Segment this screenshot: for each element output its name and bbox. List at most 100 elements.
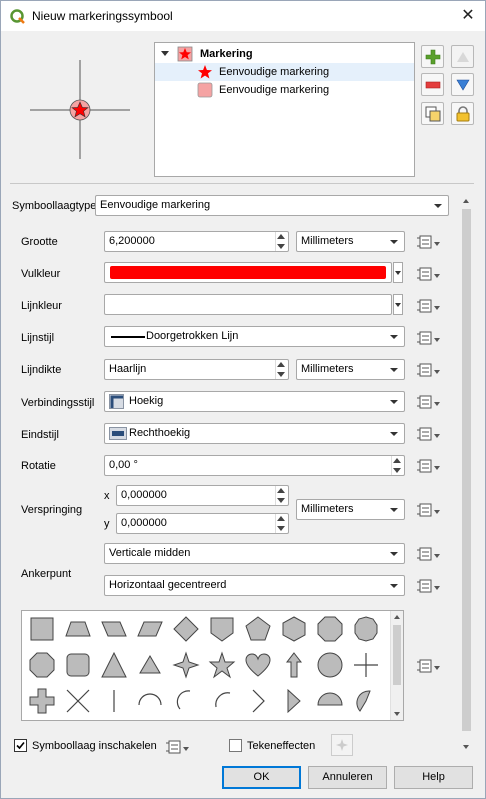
data-defined-override-button[interactable] bbox=[416, 392, 442, 412]
shape-arrow-icon[interactable] bbox=[276, 647, 312, 683]
data-defined-override-button[interactable] bbox=[416, 360, 442, 380]
shape-third-circle-icon[interactable] bbox=[168, 683, 204, 719]
square-marker-icon bbox=[197, 82, 213, 98]
effects-settings-button[interactable] bbox=[331, 734, 353, 756]
stroke-color-button[interactable] bbox=[104, 294, 392, 315]
add-layer-button[interactable] bbox=[421, 45, 444, 68]
scroll-up-icon[interactable] bbox=[394, 615, 400, 619]
lock-layer-button[interactable] bbox=[451, 102, 474, 125]
draw-effects-checkbox[interactable] bbox=[229, 739, 242, 752]
shape-filled-arrowhead-icon[interactable] bbox=[276, 683, 312, 719]
anchor-horizontal-select[interactable]: Horizontaal gecentreerd bbox=[104, 575, 405, 596]
offset-x-spinbox[interactable]: 0,000000 bbox=[116, 485, 289, 506]
shape-equilateral-triangle-icon[interactable] bbox=[132, 647, 168, 683]
spin-up-icon[interactable] bbox=[277, 516, 285, 521]
move-up-button[interactable] bbox=[451, 45, 474, 68]
shape-cross-icon[interactable] bbox=[348, 647, 384, 683]
shape-parallelogram-right-icon[interactable] bbox=[96, 611, 132, 647]
spin-down-icon[interactable] bbox=[277, 498, 285, 503]
stroke-style-select[interactable]: Doorgetrokken Lijn bbox=[104, 326, 405, 347]
data-defined-override-button[interactable] bbox=[416, 264, 442, 284]
stroke-color-menu-button[interactable] bbox=[393, 294, 403, 315]
size-unit-select[interactable]: Millimeters bbox=[296, 231, 405, 252]
shape-x-cross-icon[interactable] bbox=[60, 683, 96, 719]
scroll-down-icon[interactable] bbox=[394, 712, 400, 716]
cancel-button[interactable]: Annuleren bbox=[308, 766, 387, 789]
offset-unit-select[interactable]: Millimeters bbox=[296, 499, 405, 520]
data-defined-override-button[interactable] bbox=[165, 737, 191, 757]
shape-diamond-icon[interactable] bbox=[168, 611, 204, 647]
data-defined-override-button[interactable] bbox=[416, 328, 442, 348]
shape-arrowhead-icon[interactable] bbox=[240, 683, 276, 719]
shape-square-icon[interactable] bbox=[24, 611, 60, 647]
data-defined-override-button[interactable] bbox=[416, 500, 442, 520]
scroll-thumb[interactable] bbox=[393, 625, 401, 685]
remove-layer-button[interactable] bbox=[421, 73, 444, 96]
stroke-width-spinbox[interactable]: Haarlijn bbox=[104, 359, 289, 380]
cap-style-select[interactable]: Rechthoekig bbox=[104, 423, 405, 444]
data-defined-override-button[interactable] bbox=[416, 232, 442, 252]
shape-cross-fill-icon[interactable] bbox=[24, 683, 60, 719]
shape-grid-scrollbar[interactable] bbox=[390, 611, 403, 720]
enable-layer-checkbox[interactable] bbox=[14, 739, 27, 752]
shape-circle-icon[interactable] bbox=[312, 647, 348, 683]
shape-parallelogram-left-icon[interactable] bbox=[132, 611, 168, 647]
shape-hexagon-icon[interactable] bbox=[276, 611, 312, 647]
data-defined-override-button[interactable] bbox=[416, 456, 442, 476]
tree-root-row[interactable]: Markering bbox=[155, 45, 414, 63]
shape-heart-icon[interactable] bbox=[240, 647, 276, 683]
shape-triangle-icon[interactable] bbox=[96, 647, 132, 683]
shape-octagon-icon[interactable] bbox=[312, 611, 348, 647]
data-defined-override-button[interactable] bbox=[416, 656, 442, 676]
size-spinbox[interactable]: 6,200000 bbox=[104, 231, 289, 252]
shape-line-icon[interactable] bbox=[96, 683, 132, 719]
symbol-layer-tree[interactable]: Markering Eenvoudige markering Eenvoudig… bbox=[154, 42, 415, 177]
scroll-up-icon[interactable] bbox=[463, 199, 469, 203]
fill-color-button[interactable] bbox=[104, 262, 392, 283]
shape-rounded-octagon-icon[interactable] bbox=[24, 647, 60, 683]
spin-down-icon[interactable] bbox=[277, 372, 285, 377]
rotation-spinbox[interactable]: 0,00 ° bbox=[104, 455, 405, 476]
scroll-down-icon[interactable] bbox=[463, 745, 469, 749]
spin-up-icon[interactable] bbox=[277, 362, 285, 367]
data-defined-override-button[interactable] bbox=[416, 296, 442, 316]
properties-scrollbar[interactable] bbox=[459, 195, 474, 753]
close-button[interactable]: ✕ bbox=[457, 6, 479, 26]
ok-button[interactable]: OK bbox=[222, 766, 301, 789]
data-defined-override-button[interactable] bbox=[416, 576, 442, 596]
scroll-thumb[interactable] bbox=[462, 209, 471, 731]
offset-y-spinbox[interactable]: 0,000000 bbox=[116, 513, 289, 534]
collapse-arrow-icon[interactable] bbox=[161, 51, 169, 56]
layer-type-select[interactable]: Eenvoudige markering bbox=[95, 195, 449, 216]
shape-four-point-star-icon[interactable] bbox=[168, 647, 204, 683]
shape-star-icon[interactable] bbox=[204, 647, 240, 683]
tree-layer-row[interactable]: Eenvoudige markering bbox=[155, 63, 414, 81]
spin-down-icon[interactable] bbox=[277, 526, 285, 531]
shape-decagon-icon[interactable] bbox=[348, 611, 384, 647]
shape-shield-icon[interactable] bbox=[204, 611, 240, 647]
move-down-button[interactable] bbox=[451, 73, 474, 96]
join-style-select[interactable]: Hoekig bbox=[104, 391, 405, 412]
duplicate-layer-button[interactable] bbox=[421, 102, 444, 125]
shape-trapezoid-icon[interactable] bbox=[60, 611, 96, 647]
spin-down-icon[interactable] bbox=[393, 468, 401, 473]
anchor-vertical-select[interactable]: Verticale midden bbox=[104, 543, 405, 564]
shape-semicircle-icon[interactable] bbox=[132, 683, 168, 719]
spin-up-icon[interactable] bbox=[277, 488, 285, 493]
shape-quarter-circle-icon[interactable] bbox=[204, 683, 240, 719]
tree-layer-row[interactable]: Eenvoudige markering bbox=[155, 81, 414, 99]
stroke-width-unit-select[interactable]: Millimeters bbox=[296, 359, 405, 380]
plus-icon bbox=[425, 49, 441, 65]
help-button[interactable]: Help bbox=[394, 766, 473, 789]
spin-up-icon[interactable] bbox=[277, 234, 285, 239]
data-defined-icon bbox=[417, 235, 440, 249]
data-defined-override-button[interactable] bbox=[416, 424, 442, 444]
spin-down-icon[interactable] bbox=[277, 244, 285, 249]
shape-half-circle-fill-icon[interactable] bbox=[312, 683, 348, 719]
fill-color-menu-button[interactable] bbox=[393, 262, 403, 283]
shape-pentagon-icon[interactable] bbox=[240, 611, 276, 647]
shape-rounded-square-icon[interactable] bbox=[60, 647, 96, 683]
data-defined-override-button[interactable] bbox=[416, 544, 442, 564]
spin-up-icon[interactable] bbox=[393, 458, 401, 463]
shape-quarter-circle-fill-icon[interactable] bbox=[348, 683, 384, 719]
